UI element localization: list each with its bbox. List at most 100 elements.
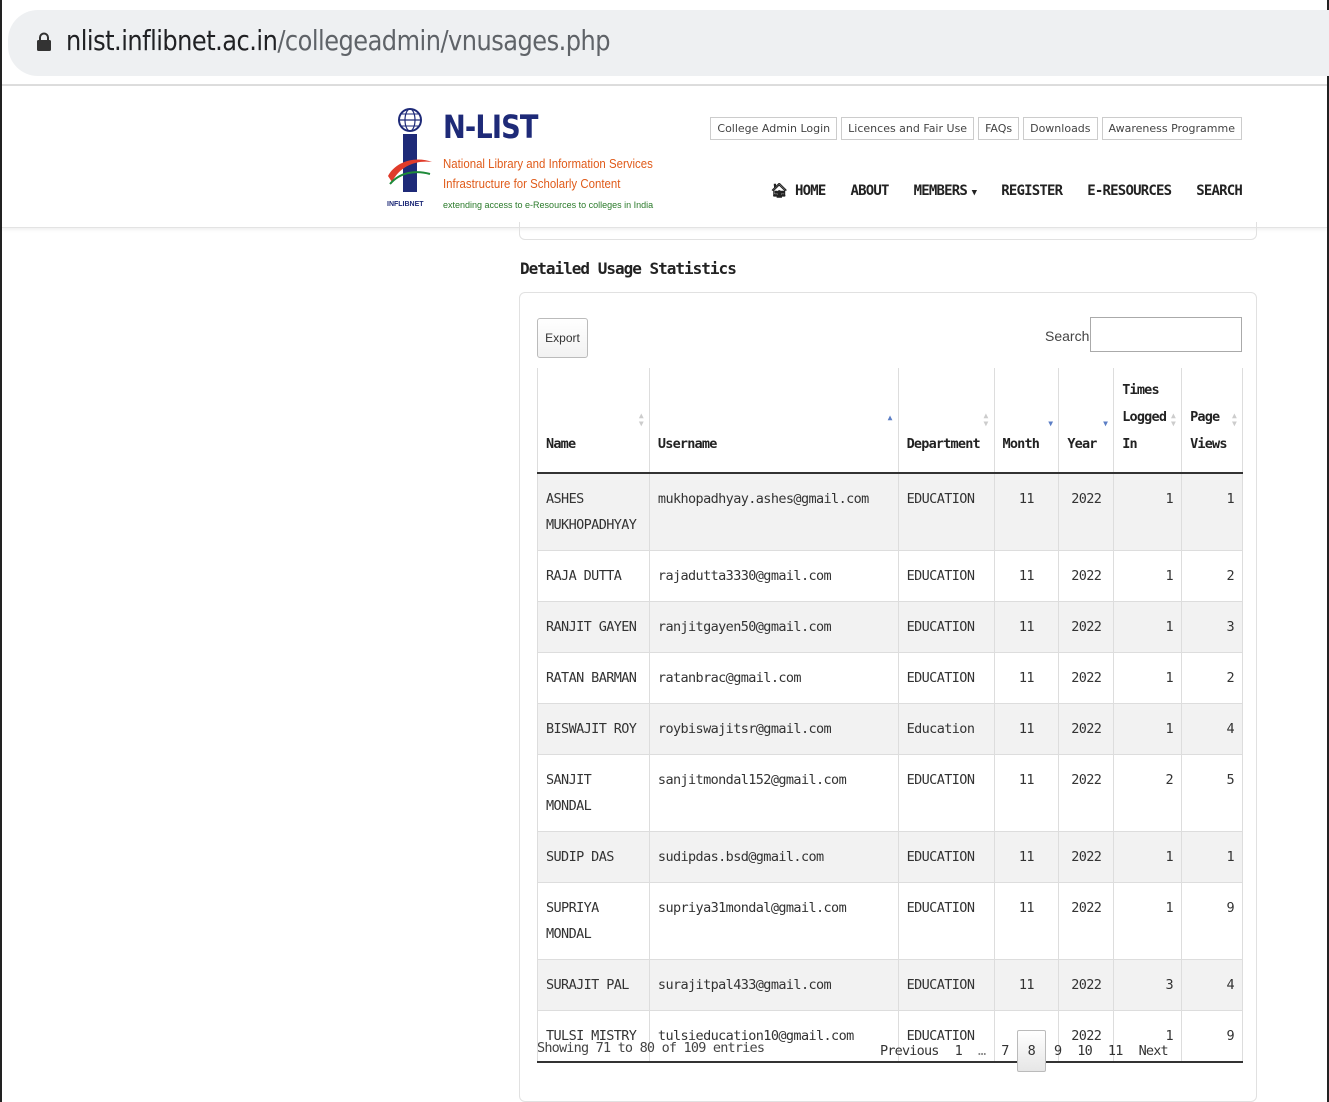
pager-next[interactable]: Next bbox=[1131, 1030, 1176, 1072]
cell-username: ranjitgayen50@gmail.com bbox=[648, 601, 899, 653]
cell-times-logged-in: 1 bbox=[1113, 601, 1182, 653]
col-name-label: Name bbox=[546, 436, 576, 452]
export-button[interactable]: Export bbox=[537, 318, 588, 358]
cell-month: 11 bbox=[993, 652, 1059, 704]
cell-department: EDUCATION bbox=[897, 831, 994, 883]
cell-page-views: 1 bbox=[1181, 831, 1243, 883]
sort-icon: ▲ ▼ bbox=[983, 411, 988, 428]
nav-about[interactable]: ABOUT bbox=[850, 183, 889, 199]
cell-times-logged-in: 1 bbox=[1113, 550, 1182, 602]
col-page-views-label: Page Views bbox=[1190, 409, 1227, 452]
cell-username: ratanbrac@gmail.com bbox=[648, 652, 899, 704]
url-host: nlist.inflibnet.ac.in bbox=[66, 24, 278, 57]
cell-name: SUDIP DAS bbox=[537, 831, 650, 883]
nav-home[interactable]: 🏠︎ HOME bbox=[770, 183, 826, 199]
cell-username: sudipdas.bsd@gmail.com bbox=[648, 831, 899, 883]
pager-previous[interactable]: Previous bbox=[872, 1030, 947, 1072]
col-year[interactable]: Year ▼ bbox=[1058, 368, 1114, 474]
top-links: College Admin Login Licences and Fair Us… bbox=[710, 117, 1242, 140]
table-row: SUPRIYA MONDAL supriya31mondal@gmail.com E… bbox=[537, 882, 1243, 960]
table-info: Showing 71 to 80 of 109 entries bbox=[537, 1040, 765, 1056]
table-body: ASHES MUKHOPADHYAY mukhopadhyay.ashes@gma… bbox=[537, 473, 1243, 1063]
cell-page-views: 3 bbox=[1181, 601, 1243, 653]
cell-year: 2022 bbox=[1058, 703, 1114, 755]
downloads-link[interactable]: Downloads bbox=[1023, 117, 1098, 140]
cell-name: RATAN BARMAN bbox=[537, 652, 650, 704]
pager-page-1[interactable]: 1 bbox=[947, 1030, 970, 1072]
cell-page-views: 2 bbox=[1181, 550, 1243, 602]
table-header-row: Name ▲ ▼ Username ▲ Department ▲ ▼ Month ▼ Yea… bbox=[537, 368, 1243, 474]
section-title: Detailed Usage Statistics bbox=[520, 259, 737, 278]
cell-times-logged-in: 1 bbox=[1113, 473, 1182, 551]
sort-icon: ▲ ▼ bbox=[1231, 411, 1237, 428]
cell-month: 11 bbox=[993, 473, 1059, 551]
cell-page-views: 9 bbox=[1181, 882, 1243, 960]
cell-month: 11 bbox=[993, 882, 1059, 960]
cell-month: 11 bbox=[993, 959, 1059, 1011]
nav-eresources[interactable]: E-RESOURCES bbox=[1087, 183, 1172, 199]
nav-register[interactable]: REGISTER bbox=[1001, 183, 1063, 199]
nav-members[interactable]: MEMBERS ▼ bbox=[914, 183, 977, 199]
licences-link[interactable]: Licences and Fair Use bbox=[841, 117, 975, 140]
url-text[interactable]: nlist.inflibnet.ac.in/collegeadmin/vnusa… bbox=[66, 24, 611, 57]
sort-icon: ▲ ▼ bbox=[1171, 411, 1176, 428]
pager-page-7[interactable]: 7 bbox=[993, 1030, 1016, 1072]
cell-department: EDUCATION bbox=[897, 882, 994, 960]
cell-department: EDUCATION bbox=[897, 959, 994, 1011]
cell-name: SUPRIYA MONDAL bbox=[537, 882, 650, 960]
faqs-link[interactable]: FAQs bbox=[978, 117, 1020, 140]
col-username[interactable]: Username ▲ bbox=[648, 368, 899, 474]
col-month[interactable]: Month ▼ bbox=[993, 368, 1059, 474]
col-times-logged-in[interactable]: Times Logged In ▲ ▼ bbox=[1113, 368, 1182, 474]
inflibnet-emblem-icon[interactable] bbox=[386, 106, 434, 206]
pager-page-9[interactable]: 9 bbox=[1046, 1030, 1069, 1072]
cell-username: sanjitmondal152@gmail.com bbox=[648, 754, 899, 832]
logo-title[interactable]: N-LIST bbox=[443, 108, 538, 146]
cell-year: 2022 bbox=[1058, 601, 1114, 653]
nav-search[interactable]: SEARCH bbox=[1196, 183, 1243, 199]
main-nav: 🏠︎ HOME ABOUT MEMBERS ▼ REGISTER E-RESOU… bbox=[770, 183, 1242, 199]
cell-name: SANJIT MONDAL bbox=[537, 754, 650, 832]
nav-members-label: MEMBERS bbox=[913, 183, 968, 199]
table-row: RANJIT GAYEN ranjitgayen50@gmail.com EDUCA… bbox=[537, 601, 1243, 653]
sort-icon: ▲ ▼ bbox=[638, 411, 644, 428]
col-year-label: Year bbox=[1067, 436, 1097, 452]
cell-department: Education bbox=[897, 703, 994, 755]
url-path: /collegeadmin/vnusages.php bbox=[277, 24, 611, 57]
cell-name: RAJA DUTTA bbox=[537, 550, 650, 602]
cell-year: 2022 bbox=[1058, 652, 1114, 704]
logo-brand: INFLIBNET bbox=[387, 201, 424, 208]
pagination: Previous 1 … 7 8 9 10 11 Next bbox=[872, 1030, 1176, 1072]
table-row: RATAN BARMAN ratanbrac@gmail.com EDUCATION… bbox=[537, 652, 1243, 704]
cell-year: 2022 bbox=[1058, 959, 1114, 1011]
cell-month: 11 bbox=[993, 601, 1059, 653]
col-times-logged-in-label: Times Logged In bbox=[1122, 382, 1167, 452]
cell-times-logged-in: 3 bbox=[1113, 959, 1182, 1011]
table-row: SANJIT MONDAL sanjitmondal152@gmail.com ED… bbox=[537, 754, 1243, 832]
sort-ascending-icon: ▲ bbox=[887, 413, 893, 422]
col-department[interactable]: Department ▲ ▼ bbox=[897, 368, 994, 474]
pager-page-10[interactable]: 10 bbox=[1069, 1030, 1100, 1072]
search-input[interactable] bbox=[1090, 317, 1242, 352]
address-bar[interactable]: nlist.inflibnet.ac.in/collegeadmin/vnusa… bbox=[8, 10, 1329, 76]
col-name[interactable]: Name ▲ ▼ bbox=[537, 368, 650, 474]
pager-page-11[interactable]: 11 bbox=[1100, 1030, 1131, 1072]
pager-page-8-current[interactable]: 8 bbox=[1016, 1030, 1046, 1072]
col-page-views[interactable]: Page Views ▲ ▼ bbox=[1181, 368, 1243, 474]
sort-descending-icon: ▼ bbox=[1103, 419, 1108, 428]
cell-month: 11 bbox=[993, 831, 1059, 883]
nav-home-label: HOME bbox=[794, 183, 826, 199]
cell-name: ASHES MUKHOPADHYAY bbox=[537, 473, 650, 551]
table-row: RAJA DUTTA rajadutta3330@gmail.com EDUCATI… bbox=[537, 550, 1243, 602]
cell-times-logged-in: 1 bbox=[1113, 652, 1182, 704]
cell-page-views: 9 bbox=[1181, 1010, 1243, 1063]
pager-ellipsis: … bbox=[977, 1043, 986, 1059]
awareness-programme-link[interactable]: Awareness Programme bbox=[1101, 117, 1242, 140]
col-month-label: Month bbox=[1002, 436, 1040, 452]
table-row: SUDIP DAS sudipdas.bsd@gmail.com EDUCATION… bbox=[537, 831, 1243, 883]
usage-table: Name ▲ ▼ Username ▲ Department ▲ ▼ Month ▼ Yea… bbox=[537, 368, 1243, 1063]
college-admin-login-link[interactable]: College Admin Login bbox=[710, 117, 838, 140]
caret-down-icon: ▼ bbox=[967, 188, 977, 198]
lock-icon bbox=[37, 32, 51, 51]
cell-times-logged-in: 2 bbox=[1113, 754, 1182, 832]
